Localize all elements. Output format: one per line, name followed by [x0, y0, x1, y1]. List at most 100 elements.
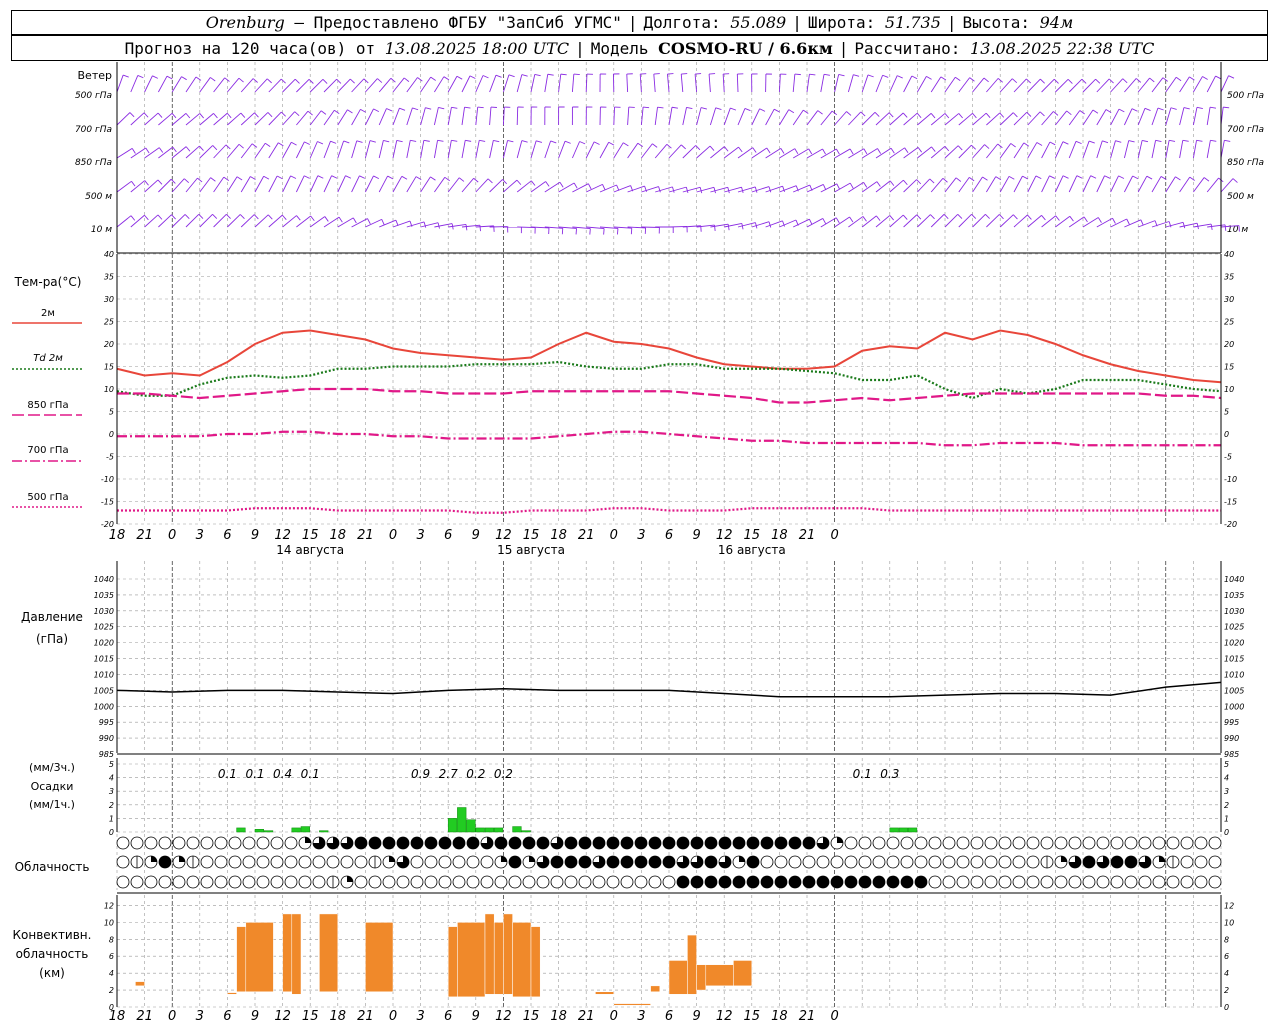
wind-barb [944, 113, 960, 126]
temp-tick-right: -10 [1224, 475, 1237, 484]
wind-barb [433, 140, 438, 159]
wind-barb [461, 75, 471, 93]
wind-barb [544, 74, 549, 93]
wind-barb-feather [1189, 76, 1195, 81]
wind-barb-feather [381, 219, 385, 225]
wind-barb-feather [671, 106, 678, 109]
cloud-symbol-full [537, 837, 549, 849]
conv-tick-left: 6 [109, 952, 114, 961]
cloud-symbol [662, 875, 676, 889]
wind-barb-feather [184, 214, 190, 220]
wind-barb-feather [324, 216, 329, 222]
wind-barb-feather [982, 176, 988, 181]
wind-barb [268, 214, 283, 228]
wind-barb-feather [294, 78, 300, 84]
wind-barb [268, 78, 282, 93]
wind-barb-feather [423, 139, 430, 142]
pressure-tick-right: 1000 [1224, 702, 1244, 711]
wind-barb-feather [1189, 176, 1195, 181]
wind-level-label: 850 гПа [75, 158, 112, 168]
x-tick-label-temp: 15 [302, 528, 319, 543]
wind-barb-feather [195, 76, 202, 81]
wind-barb-feather [410, 139, 417, 142]
wind-barb [986, 112, 1001, 126]
precip-bar [475, 827, 485, 833]
conv-tick-right: 8 [1224, 935, 1229, 944]
wind-barb-feather [1175, 176, 1181, 181]
wind-barb-feather [166, 75, 173, 80]
wind-barb-feather [867, 74, 874, 78]
wind-barb [364, 140, 371, 159]
wind-barb-feather [224, 77, 230, 82]
conv-tick-right: 12 [1224, 901, 1234, 910]
cloud-symbol [1194, 875, 1208, 889]
cloud-symbol-full [831, 876, 843, 888]
wind-barb [1137, 140, 1143, 159]
wind-barb-feather [836, 183, 840, 190]
wind-barb-feather [823, 73, 831, 76]
wind-barb-feather [560, 73, 567, 76]
wind-barb [599, 142, 610, 159]
wind-barb-feather [657, 106, 664, 109]
wind-barb [282, 78, 296, 93]
wind-barb-feather [137, 75, 144, 79]
wind-barb-feather [955, 177, 962, 182]
wind-barb [861, 112, 876, 126]
wind-barb [213, 77, 226, 93]
cloud-symbol [186, 836, 200, 850]
wind-barb-feather [652, 143, 658, 148]
wind-barb [240, 176, 251, 193]
wind-barb [1068, 141, 1077, 159]
wind-barb-feather [303, 175, 310, 179]
wind-barb-feather [185, 113, 191, 119]
wind-barb [379, 219, 397, 228]
wind-barb-feather [263, 175, 270, 180]
conv-tick-left: 8 [109, 935, 114, 944]
wind-barb [1054, 175, 1064, 193]
legend-500-label: 500 гПа [27, 492, 68, 503]
wind-barb-feather [213, 113, 218, 119]
wind-barb-feather [1090, 175, 1097, 179]
x-tick-label-temp: 12 [274, 528, 291, 543]
cloud-symbol-full [803, 876, 815, 888]
wind-level-label: 850 гПа [1227, 158, 1264, 168]
wind-barb [930, 145, 946, 159]
wind-barb-feather [1210, 139, 1217, 142]
wind-barb [930, 76, 942, 93]
wind-barb [365, 218, 382, 228]
wind-barb-feather [183, 178, 190, 184]
wind-barb-feather [853, 74, 860, 77]
wind-barb [1096, 175, 1105, 193]
cloud-symbol [1124, 836, 1138, 850]
cloud-symbol [1068, 836, 1082, 850]
wind-barb [999, 214, 1014, 228]
wind-barb [337, 78, 351, 93]
wind-barb [240, 78, 254, 93]
wind-barb-feather [308, 78, 314, 84]
wind-barb [1179, 76, 1190, 93]
cloud-symbol-full [747, 856, 759, 868]
x-tick-label-temp: 0 [389, 528, 397, 543]
wind-barb-feather [130, 215, 136, 221]
cloud-symbol [200, 836, 214, 850]
cloud-symbol [998, 836, 1012, 850]
x-tick-label-bottom: 21 [357, 1009, 374, 1024]
wind-barb [958, 213, 972, 228]
wind-barb-feather [1081, 78, 1087, 84]
wind-barb-feather [587, 183, 592, 190]
wind-barb-feather [487, 178, 493, 184]
wind-barb [364, 175, 374, 193]
wind-barb [254, 78, 268, 93]
wind-barb [1041, 78, 1055, 93]
precip-tick-right: 5 [1224, 760, 1229, 769]
precip-sum-label: 0.4 [273, 767, 292, 781]
cloud-symbol [214, 875, 228, 889]
wind-barb [875, 112, 890, 126]
wind-barb-feather [1023, 142, 1030, 147]
temp-tick-left: 25 [104, 318, 114, 327]
wind-barb-feather [1095, 78, 1101, 84]
wind-barb [1123, 175, 1134, 193]
cloud-symbol [284, 875, 298, 889]
x-tick-label-bottom: 18 [109, 1009, 126, 1024]
precip-bar [907, 827, 918, 833]
